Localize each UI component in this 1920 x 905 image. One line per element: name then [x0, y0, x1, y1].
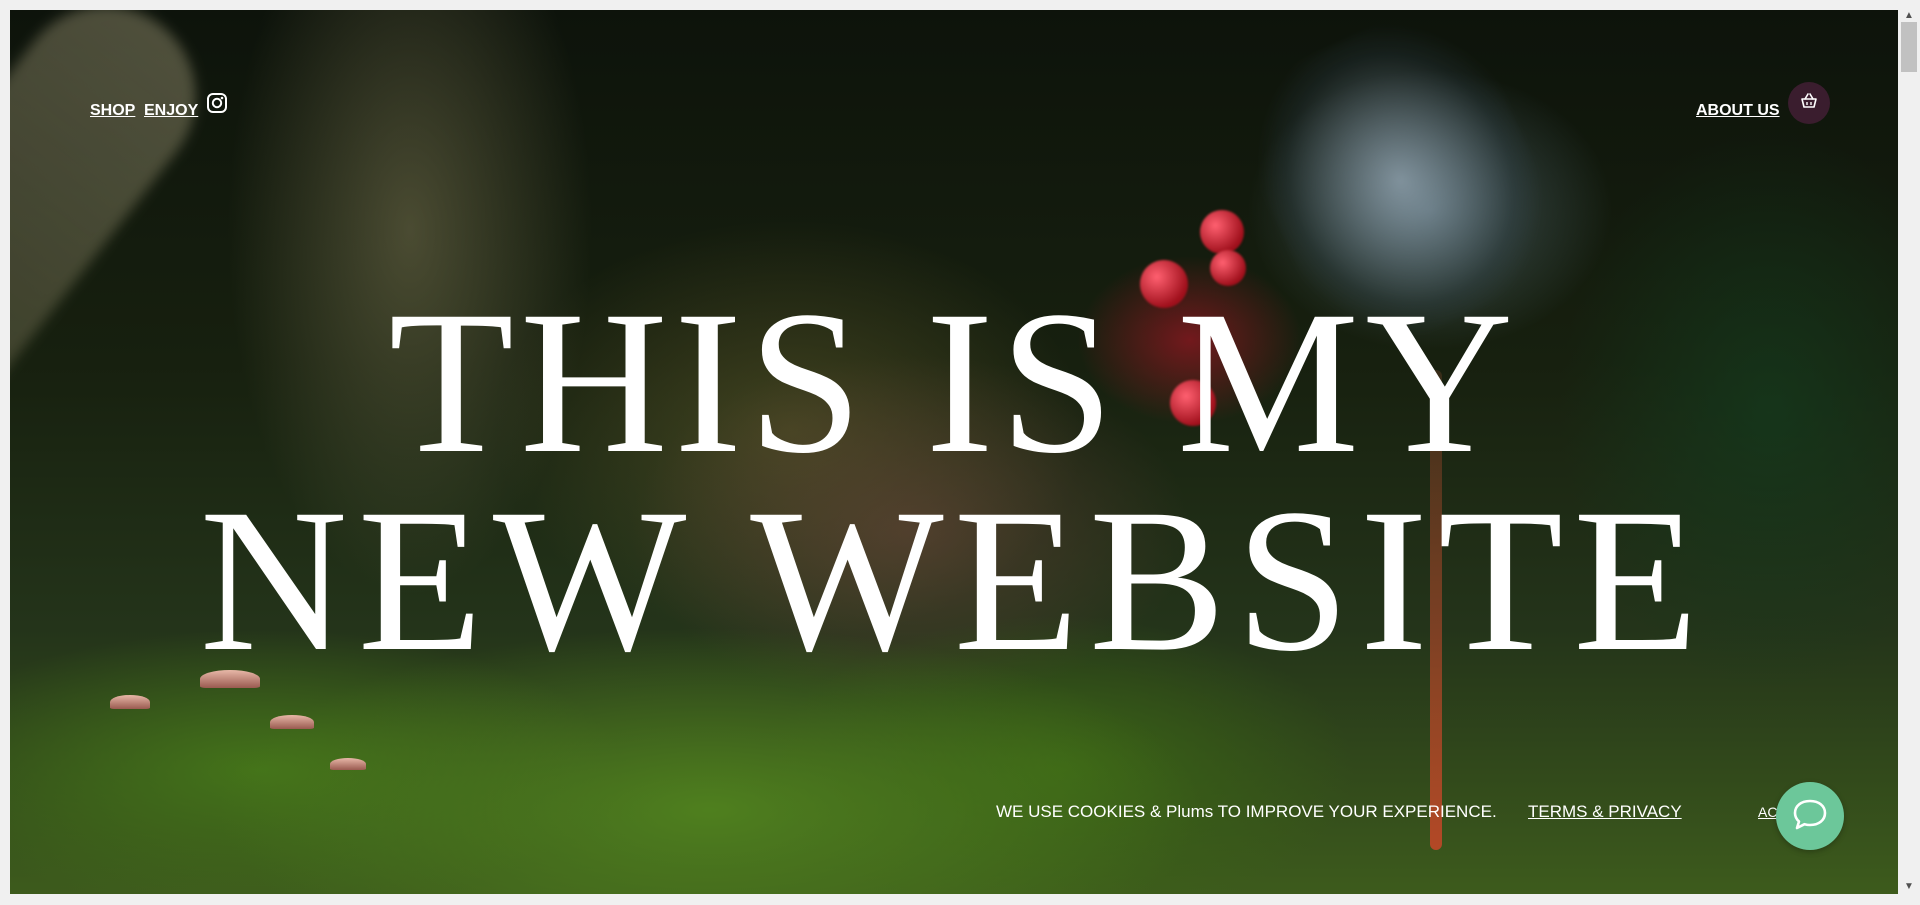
cookie-banner-text: WE USE COOKIES & Plums TO IMPROVE YOUR E…	[996, 802, 1497, 821]
browser-top-edge	[0, 0, 1920, 10]
chat-button[interactable]	[1776, 782, 1844, 850]
hero-background: SHOP ENJOY ABOUT US THIS IS MY NEW WEBSI…	[10, 10, 1898, 894]
browser-bottom-edge	[0, 894, 1920, 905]
terms-privacy-link[interactable]: TERMS & PRIVACY	[1528, 802, 1682, 822]
browser-left-edge	[0, 0, 10, 905]
instagram-icon[interactable]	[206, 92, 228, 114]
cart-button[interactable]	[1788, 82, 1830, 124]
nav-about-link[interactable]: ABOUT US	[1696, 102, 1780, 120]
page-scrollbar[interactable]: ▲ ▼	[1898, 10, 1920, 894]
nav-enjoy-link[interactable]: ENJOY	[144, 102, 198, 120]
background-mushroom	[270, 715, 314, 729]
scrollbar-thumb[interactable]	[1901, 22, 1917, 72]
scroll-down-arrow-icon[interactable]: ▼	[1904, 881, 1914, 892]
basket-icon	[1800, 92, 1818, 114]
nav-shop-link[interactable]: SHOP	[90, 102, 135, 120]
background-berry	[1200, 210, 1244, 254]
background-mushroom	[330, 758, 366, 770]
hero-title-line-2: NEW WEBSITE	[199, 467, 1709, 694]
background-mushroom	[110, 695, 150, 709]
hero-title-line-1: THIS IS MY	[388, 269, 1520, 496]
chat-bubble-icon	[1792, 797, 1828, 836]
scroll-up-arrow-icon[interactable]: ▲	[1904, 10, 1914, 21]
